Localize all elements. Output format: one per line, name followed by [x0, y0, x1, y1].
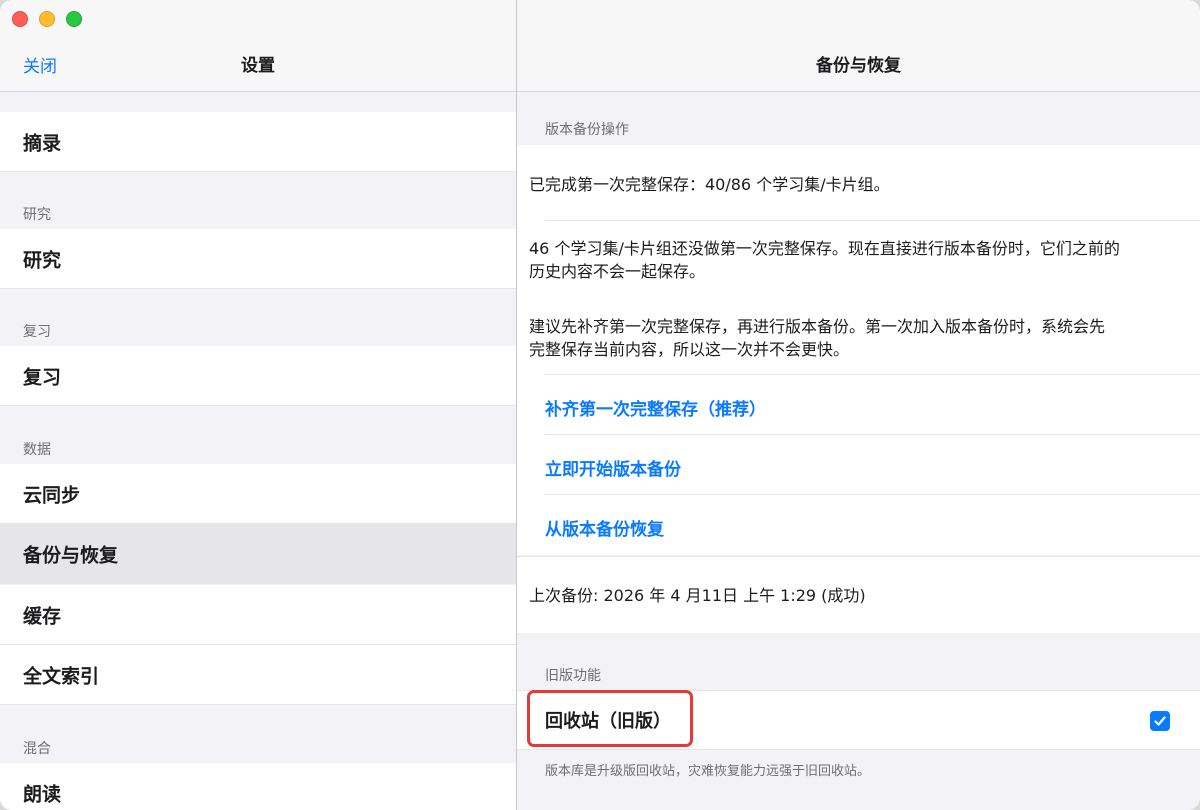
- row-separator: [545, 374, 1200, 375]
- advice-text: 建议先补齐第一次完整保存，再进行版本备份。第一次加入版本备份时，系统会先 完整保…: [529, 315, 1169, 361]
- advice-line-1: 建议先补齐第一次完整保存，再进行版本备份。第一次加入版本备份时，系统会先: [529, 317, 1106, 336]
- legacy-recycle-bin-row[interactable]: 回收站（旧版）: [517, 690, 1200, 750]
- row-separator: [545, 434, 1200, 435]
- fill-full-save-button[interactable]: 补齐第一次完整保存（推荐）: [545, 395, 766, 420]
- status-text: 已完成第一次完整保存：40/86 个学习集/卡片组。: [529, 175, 890, 194]
- sidebar-item-excerpt[interactable]: 摘录: [0, 112, 516, 172]
- sidebar-item-cache[interactable]: 缓存: [0, 585, 516, 645]
- sidebar-item-label: 备份与恢复: [23, 544, 119, 566]
- sidebar-item-fulltext-index[interactable]: 全文索引: [0, 645, 516, 705]
- advice-line-2: 完整保存当前内容，所以这一次并不会更快。: [529, 340, 850, 359]
- window-minimize-button[interactable]: [39, 11, 55, 27]
- sidebar-item-research[interactable]: 研究: [0, 229, 516, 289]
- sidebar: 关闭 设置 摘录 研究 研究 复习 复习 数据 云同步 备份与恢复 缓存 全文索…: [0, 0, 516, 810]
- window-zoom-button[interactable]: [66, 11, 82, 27]
- sidebar-item-label: 云同步: [23, 484, 81, 506]
- warning-text: 46 个学习集/卡片组还没做第一次完整保存。现在直接进行版本备份时，它们之前的 …: [529, 237, 1169, 283]
- sidebar-item-label: 复习: [23, 366, 62, 388]
- checkmark-icon: [1154, 716, 1166, 726]
- warning-line-2: 历史内容不会一起保存。: [529, 262, 706, 281]
- sidebar-section-mixed: 混合: [23, 741, 51, 757]
- sidebar-item-label: 全文索引: [23, 665, 100, 687]
- last-backup-text: 上次备份: 2026 年 4 月11日 上午 1:29 (成功): [529, 586, 866, 605]
- sidebar-title: 设置: [241, 56, 275, 76]
- row-separator: [545, 494, 1200, 495]
- sidebar-item-label: 缓存: [23, 605, 62, 627]
- sidebar-item-label: 朗读: [23, 783, 62, 805]
- window-close-button[interactable]: [12, 11, 28, 27]
- section-header-legacy: 旧版功能: [545, 668, 601, 684]
- detail-title: 备份与恢复: [816, 56, 901, 76]
- legacy-recycle-bin-label: 回收站（旧版）: [545, 711, 671, 732]
- sidebar-item-backup-restore[interactable]: 备份与恢复: [0, 524, 516, 584]
- settings-window: 关闭 设置 摘录 研究 研究 复习 复习 数据 云同步 备份与恢复 缓存 全文索…: [0, 0, 1200, 810]
- sidebar-header: 关闭 设置: [0, 0, 516, 92]
- legacy-recycle-bin-checkbox[interactable]: [1150, 711, 1170, 731]
- last-backup-card: 上次备份: 2026 年 4 月11日 上午 1:29 (成功): [517, 556, 1200, 633]
- sidebar-section-research: 研究: [23, 207, 51, 223]
- section-header-version-backup: 版本备份操作: [545, 122, 629, 138]
- sidebar-section-data: 数据: [23, 442, 51, 458]
- sidebar-item-read-aloud[interactable]: 朗读: [0, 763, 516, 810]
- row-separator: [545, 220, 1200, 221]
- detail-header: 备份与恢复: [517, 0, 1200, 92]
- detail-pane: 备份与恢复 版本备份操作 已完成第一次完整保存：40/86 个学习集/卡片组。 …: [517, 0, 1200, 810]
- sidebar-item-review[interactable]: 复习: [0, 346, 516, 406]
- version-backup-card: 已完成第一次完整保存：40/86 个学习集/卡片组。 46 个学习集/卡片组还没…: [517, 145, 1200, 555]
- start-version-backup-button[interactable]: 立即开始版本备份: [545, 455, 681, 480]
- sidebar-item-cloud-sync[interactable]: 云同步: [0, 464, 516, 524]
- restore-from-backup-button[interactable]: 从版本备份恢复: [545, 515, 664, 540]
- legacy-footnote: 版本库是升级版回收站，灾难恢复能力远强于旧回收站。: [545, 764, 871, 779]
- sidebar-item-label: 研究: [23, 249, 62, 271]
- sidebar-item-label: 摘录: [23, 132, 62, 154]
- sidebar-section-review: 复习: [23, 324, 51, 340]
- warning-line-1: 46 个学习集/卡片组还没做第一次完整保存。现在直接进行版本备份时，它们之前的: [529, 239, 1120, 258]
